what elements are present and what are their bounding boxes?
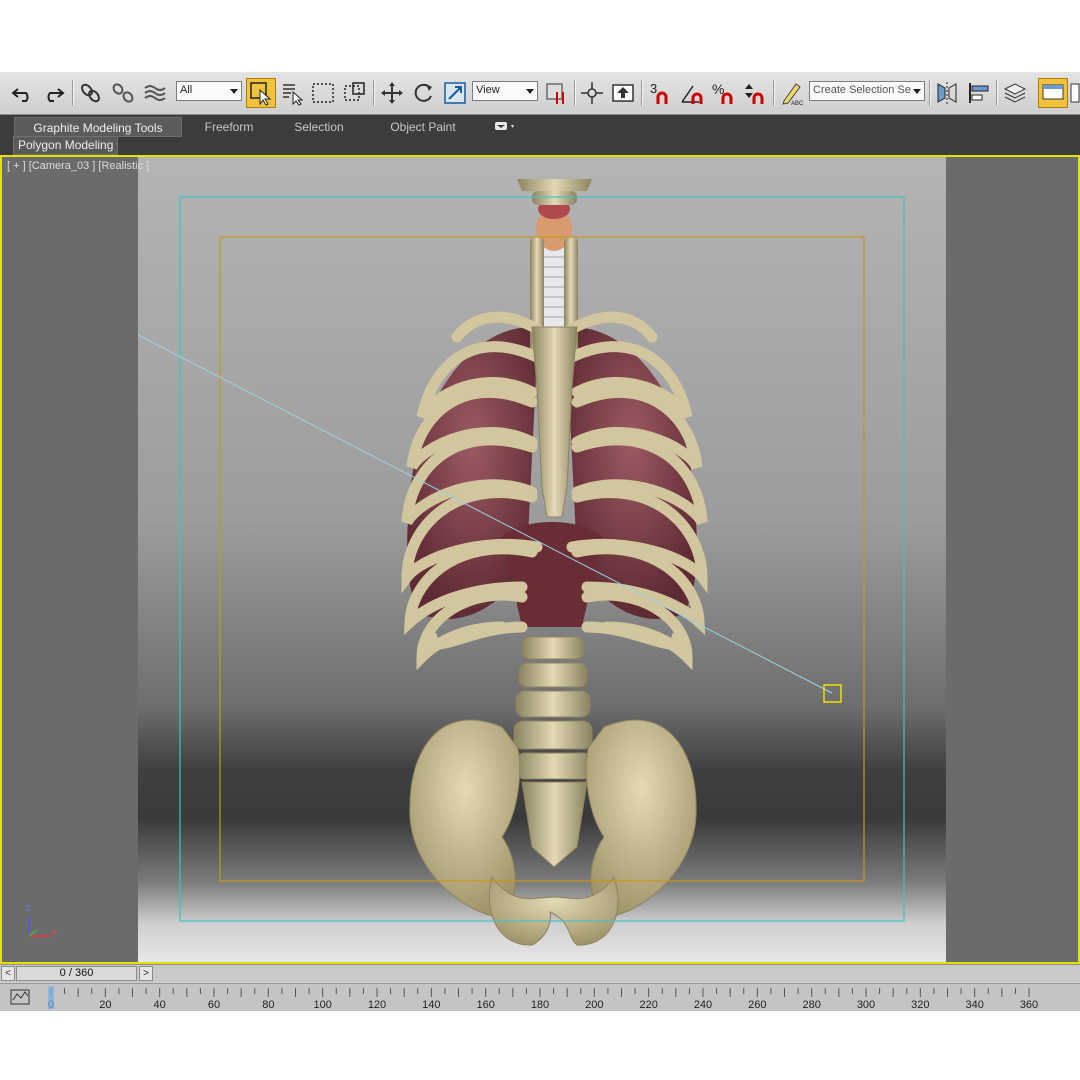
track-bar-tick-label: 220 [639,999,657,1011]
3ds-max-window: All View 3 % ABC Create Selection Se Gra… [0,72,1080,1011]
select-and-manipulate-icon[interactable] [577,78,607,108]
lumbar-spine [513,636,593,780]
time-slider[interactable]: < 0 / 360 > [0,964,1080,984]
tab-graphite-modeling-tools[interactable]: Graphite Modeling Tools [14,117,182,137]
named-selection-sets-dropdown[interactable]: Create Selection Se [809,81,925,101]
select-and-link-icon[interactable] [76,78,106,108]
ribbon-tabs: Graphite Modeling Tools Freeform Selecti… [10,115,1080,137]
select-by-name-icon[interactable] [278,78,308,108]
track-bar-tick-label: 200 [585,999,603,1011]
reference-coordinate-dropdown[interactable]: View [472,81,538,101]
tab-freeform[interactable]: Freeform [194,117,264,137]
time-slider-prev-button[interactable]: < [1,966,15,981]
rectangular-selection-region-icon[interactable] [308,78,338,108]
track-bar-tick-label: 300 [857,999,875,1011]
track-bar-tick-label: 180 [531,999,549,1011]
unlink-selection-icon[interactable] [108,78,138,108]
camera-viewport[interactable]: [ + ] [Camera_03 ] [Realistic ] z x [0,155,1080,964]
edit-named-selection-sets-icon[interactable]: ABC [777,78,807,108]
viewport-label[interactable]: [ + ] [Camera_03 ] [Realistic ] [7,160,149,172]
track-bar-tick-label: 340 [965,999,983,1011]
graphite-modeling-tools-toggle-icon[interactable] [1038,78,1068,108]
track-bar-tick-label: 240 [694,999,712,1011]
axis-label-z: z [26,903,31,913]
keyboard-shortcut-override-icon[interactable] [608,78,638,108]
track-bar[interactable]: 0204060801001201401601802002202402602803… [0,983,1080,1011]
select-object-icon[interactable] [246,78,276,108]
time-slider-handle[interactable]: 0 / 360 [16,966,137,981]
sternum [531,326,578,518]
snaps-toggle-icon[interactable]: 3 [645,78,675,108]
track-bar-tick-label: 80 [262,999,274,1011]
redo-icon[interactable] [38,78,68,108]
track-bar-tick-label: 120 [368,999,386,1011]
main-toolbar: All View 3 % ABC Create Selection Se [0,72,1080,115]
track-bar-tick-label: 60 [208,999,220,1011]
align-icon[interactable] [964,78,994,108]
track-bar-ruler: 0204060801001201401601802002202402602803… [48,986,1038,1011]
use-pivot-center-icon[interactable] [542,78,572,108]
curve-editor-icon[interactable] [1070,78,1080,108]
track-bar-tick-label: 140 [422,999,440,1011]
track-bar-tick-label: 320 [911,999,929,1011]
svg-text:ABC: ABC [791,101,804,106]
angle-snap-toggle-icon[interactable] [677,78,707,108]
track-bar-tick-label: 160 [476,999,494,1011]
selection-filter-dropdown[interactable]: All [176,81,242,101]
mirror-icon[interactable] [932,78,962,108]
percent-snap-toggle-icon[interactable]: % [708,78,738,108]
select-and-rotate-icon[interactable] [408,78,438,108]
ribbon-options-icon[interactable] [490,117,520,137]
tab-selection[interactable]: Selection [284,117,354,137]
track-bar-tick-label: 40 [154,999,166,1011]
viewport-scene [28,179,905,946]
bind-to-space-warp-icon[interactable] [140,78,170,108]
track-bar-tick-label: 360 [1020,999,1038,1011]
tab-object-paint[interactable]: Object Paint [378,117,468,137]
svg-text:3: 3 [650,81,657,96]
track-bar-tick-label: 20 [99,999,111,1011]
track-bar-tick-label: 100 [313,999,331,1011]
track-bar-tick-label: 280 [802,999,820,1011]
svg-text:%: % [712,81,724,97]
spinner-snap-toggle-icon[interactable] [739,78,769,108]
camera-target-gizmo[interactable] [823,684,842,703]
panel-polygon-modeling[interactable]: Polygon Modeling [13,136,119,155]
current-frame-indicator[interactable] [48,986,54,1009]
axis-tripod [28,916,50,937]
ribbon: Graphite Modeling Tools Freeform Selecti… [0,115,1080,155]
select-and-move-icon[interactable] [377,78,407,108]
select-and-scale-icon[interactable] [440,78,470,108]
axis-label-x: x [52,927,57,937]
window-crossing-icon[interactable] [340,78,370,108]
undo-icon[interactable] [8,78,38,108]
track-bar-tick-label: 260 [748,999,766,1011]
time-slider-next-button[interactable]: > [139,966,153,981]
layer-manager-icon[interactable] [1000,78,1030,108]
